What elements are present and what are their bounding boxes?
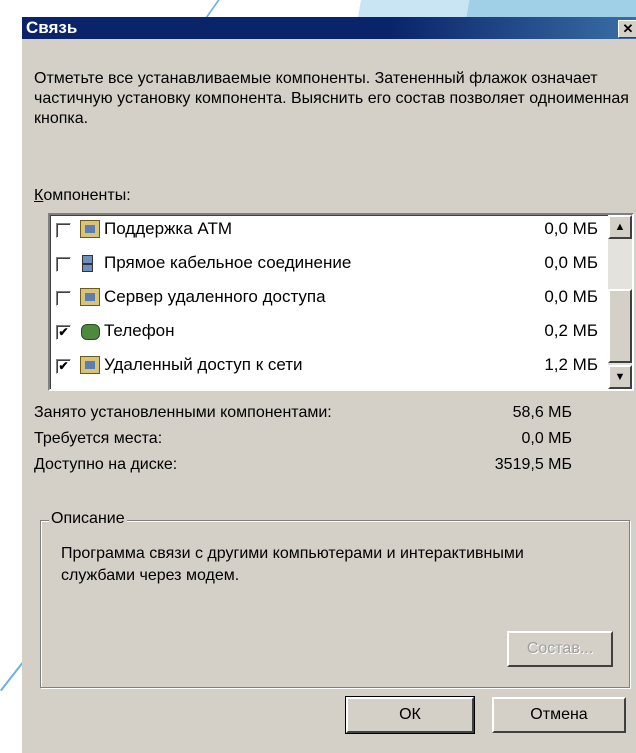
close-button[interactable]: ✕ [618, 20, 636, 38]
details-button[interactable]: Состав... [507, 631, 613, 667]
components-list[interactable]: Поддержка ATM 0,0 МБ Прямое кабельное со… [48, 213, 634, 391]
checkbox-atm-support[interactable] [56, 223, 71, 238]
components-label-accelerator: К [34, 187, 44, 204]
checkbox-dial-up-networking[interactable]: ✔ [56, 359, 71, 374]
arrow-up-icon: ▲ [614, 221, 626, 233]
checkbox-remote-access-server[interactable] [56, 291, 71, 306]
list-item-atm-support[interactable]: Поддержка ATM 0,0 МБ [52, 217, 602, 247]
phone-icon [80, 322, 100, 340]
list-item-label: Сервер удаленного доступа [104, 287, 326, 306]
list-item-label: Прямое кабельное соединение [104, 253, 352, 272]
close-icon: ✕ [622, 21, 634, 36]
description-group: Описание Программа связи с другими компь… [40, 510, 630, 688]
scroll-thumb[interactable] [608, 289, 632, 363]
title-bar: Связь [22, 17, 636, 39]
list-item-size: 0,0 МБ [544, 219, 598, 238]
used-space-label: Занято установленными компонентами: [34, 404, 332, 421]
list-item-label: Поддержка ATM [104, 219, 233, 238]
list-item-size: 0,0 МБ [544, 253, 598, 272]
list-item-size: 0,0 МБ [544, 287, 598, 306]
list-item-size: 0,2 МБ [544, 321, 598, 340]
checkbox-phone[interactable]: ✔ [56, 325, 71, 340]
component-icon [80, 220, 100, 238]
communications-dialog: Связь ✕ Отметьте все устанавливаемые ком… [22, 17, 636, 753]
used-space-value: 58,6 МБ [512, 404, 572, 421]
component-icon [80, 356, 100, 374]
list-scrollbar[interactable]: ▲ ▼ [608, 215, 632, 389]
network-computers-icon [80, 254, 100, 272]
list-item-direct-cable[interactable]: Прямое кабельное соединение 0,0 МБ [52, 251, 602, 281]
required-space-value: 0,0 МБ [521, 430, 572, 447]
ok-button[interactable]: ОК [345, 696, 475, 734]
components-label-text: омпоненты: [43, 187, 131, 204]
available-space-label: Доступно на диске: [34, 456, 178, 473]
available-space-value: 3519,5 МБ [494, 456, 572, 473]
component-icon [80, 288, 100, 306]
scroll-down-button[interactable]: ▼ [608, 365, 632, 389]
list-item-label: Удаленный доступ к сети [104, 355, 303, 374]
cancel-button[interactable]: Отмена [492, 697, 626, 733]
description-title: Описание [49, 510, 127, 528]
window-title: Связь [26, 18, 78, 37]
checkbox-direct-cable[interactable] [56, 257, 71, 272]
components-label: Компоненты: [34, 187, 131, 205]
instructions-text: Отметьте все устанавливаемые компоненты.… [34, 70, 629, 127]
list-item-remote-access-server[interactable]: Сервер удаленного доступа 0,0 МБ [52, 285, 602, 315]
list-item-size: 1,2 МБ [544, 355, 598, 374]
list-item-phone[interactable]: ✔ Телефон 0,2 МБ [52, 319, 602, 349]
arrow-down-icon: ▼ [614, 371, 626, 383]
list-item-dial-up-networking[interactable]: ✔ Удаленный доступ к сети 1,2 МБ [52, 353, 602, 383]
required-space-label: Требуется места: [34, 430, 163, 447]
description-text: Программа связи с другими компьютерами и… [61, 545, 524, 584]
list-item-label: Телефон [104, 321, 175, 340]
scroll-up-button[interactable]: ▲ [608, 215, 632, 239]
